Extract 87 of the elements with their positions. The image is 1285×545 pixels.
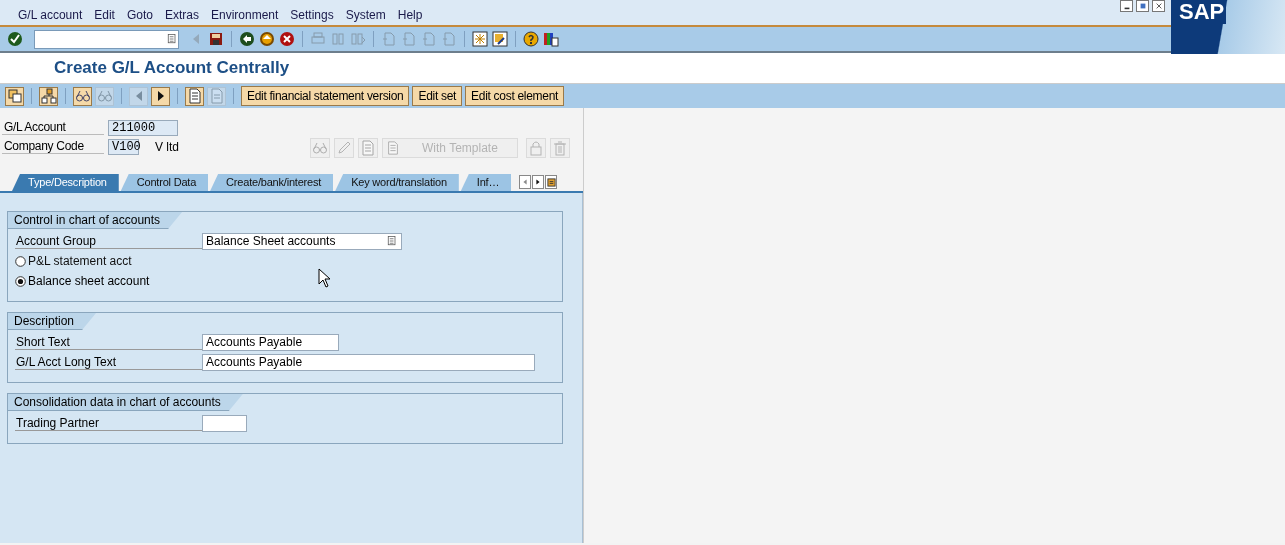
- menu-item[interactable]: Edit: [88, 8, 121, 25]
- printer-icon: [310, 31, 326, 47]
- menu-item[interactable]: Help: [391, 8, 429, 25]
- input-field[interactable]: Accounts Payable: [202, 353, 535, 371]
- minimize-button[interactable]: [1120, 0, 1133, 12]
- command-field[interactable]: [34, 29, 179, 49]
- input-field[interactable]: 211000: [108, 119, 178, 136]
- field-label: Company Code: [2, 139, 104, 154]
- radio-circle-icon: [15, 275, 26, 287]
- toolbar-button[interactable]: [522, 30, 540, 48]
- glasses-icon: [312, 140, 328, 156]
- glasses-icon: [74, 88, 91, 104]
- binoculars-icon: [330, 31, 346, 47]
- shortcut-icon: [492, 31, 508, 47]
- scroll-left-button[interactable]: [519, 175, 532, 189]
- menu-item[interactable]: Extras: [158, 8, 205, 25]
- toolbar-button[interactable]: [491, 30, 509, 48]
- tab-list-button[interactable]: [545, 175, 558, 189]
- help-icon: [523, 31, 539, 47]
- left-arrow-icon: [521, 178, 530, 186]
- page-icon: [421, 31, 437, 47]
- menu-item[interactable]: System: [339, 8, 392, 25]
- field-label: G/L Account: [2, 120, 104, 135]
- hierarchy-icon: [40, 88, 57, 104]
- menu-item[interactable]: Goto: [120, 8, 159, 25]
- restore-button[interactable]: [1136, 0, 1149, 12]
- trash-icon: [552, 140, 568, 156]
- tab[interactable]: Create/bank/interest: [210, 174, 334, 191]
- toolbar-button[interactable]: Edit set: [412, 86, 463, 106]
- toolbar-button[interactable]: Edit financial statement version: [241, 86, 410, 106]
- page-icon: [381, 31, 397, 47]
- input-field[interactable]: [202, 414, 247, 432]
- toolbar-button[interactable]: [278, 30, 296, 48]
- toolbar-button[interactable]: Edit cost element: [465, 86, 565, 106]
- group-title: Consolidation data in chart of accounts: [8, 394, 243, 411]
- radio-circle-icon: [15, 255, 26, 267]
- glasses-icon: [96, 88, 113, 104]
- document-icon: [360, 140, 376, 156]
- field-label: Short Text: [15, 334, 202, 350]
- screen-title: Create G/L Account Centrally: [54, 58, 290, 78]
- color-palette-icon: [543, 31, 559, 47]
- list-icon: [546, 177, 556, 187]
- radio-button[interactable]: Balance sheet account: [15, 274, 150, 288]
- scroll-right-button[interactable]: [532, 175, 545, 189]
- list-icon: [166, 33, 178, 45]
- field-label: Trading Partner: [15, 415, 202, 431]
- back-icon: [239, 31, 255, 47]
- page-icon: [441, 31, 457, 47]
- document-icon: [208, 88, 225, 104]
- toolbar-button[interactable]: [39, 86, 58, 106]
- toolbar-button[interactable]: [6, 30, 24, 48]
- tab[interactable]: Inf…: [460, 174, 512, 191]
- menu-item[interactable]: Settings: [284, 8, 340, 25]
- tab[interactable]: Control Data: [120, 174, 209, 191]
- page-icon: [401, 31, 417, 47]
- tab[interactable]: Type/Description: [12, 174, 119, 191]
- document-icon: [386, 141, 400, 155]
- radio-button[interactable]: P&L statement acct: [15, 254, 132, 268]
- tab[interactable]: Key word/translation: [335, 174, 459, 191]
- toolbar-button[interactable]: [258, 30, 276, 48]
- menu-item[interactable]: Environment: [205, 8, 285, 25]
- restore-icon: [1138, 2, 1147, 10]
- document-icon: [186, 88, 203, 104]
- mouse-pointer-icon: [318, 268, 332, 288]
- field-label: Account Group: [15, 233, 202, 249]
- close-icon: [1154, 2, 1163, 10]
- list-icon: [386, 235, 398, 247]
- input-field[interactable]: V100: [108, 138, 139, 155]
- group-title: Description: [8, 313, 97, 330]
- toolbar-button[interactable]: [151, 86, 170, 106]
- field-label: G/L Acct Long Text: [15, 354, 202, 370]
- switch-icon: [6, 88, 23, 104]
- pencil-icon: [336, 140, 352, 156]
- toolbar-button[interactable]: [207, 30, 225, 48]
- cancel-icon: [279, 31, 295, 47]
- input-field[interactable]: Accounts Payable: [202, 333, 339, 351]
- binoculars-icon: [350, 31, 366, 47]
- menu-item[interactable]: G/L account: [12, 8, 89, 25]
- close-button[interactable]: [1152, 0, 1165, 12]
- exit-icon: [259, 31, 275, 47]
- toolbar-button[interactable]: [238, 30, 256, 48]
- group-title: Control in chart of accounts: [8, 212, 183, 229]
- toolbar-button[interactable]: [542, 30, 560, 48]
- check-icon: [7, 31, 23, 47]
- field-description: V ltd: [155, 139, 179, 154]
- dropdown-field[interactable]: Balance Sheet accounts: [202, 232, 402, 250]
- padlock-icon: [528, 140, 544, 156]
